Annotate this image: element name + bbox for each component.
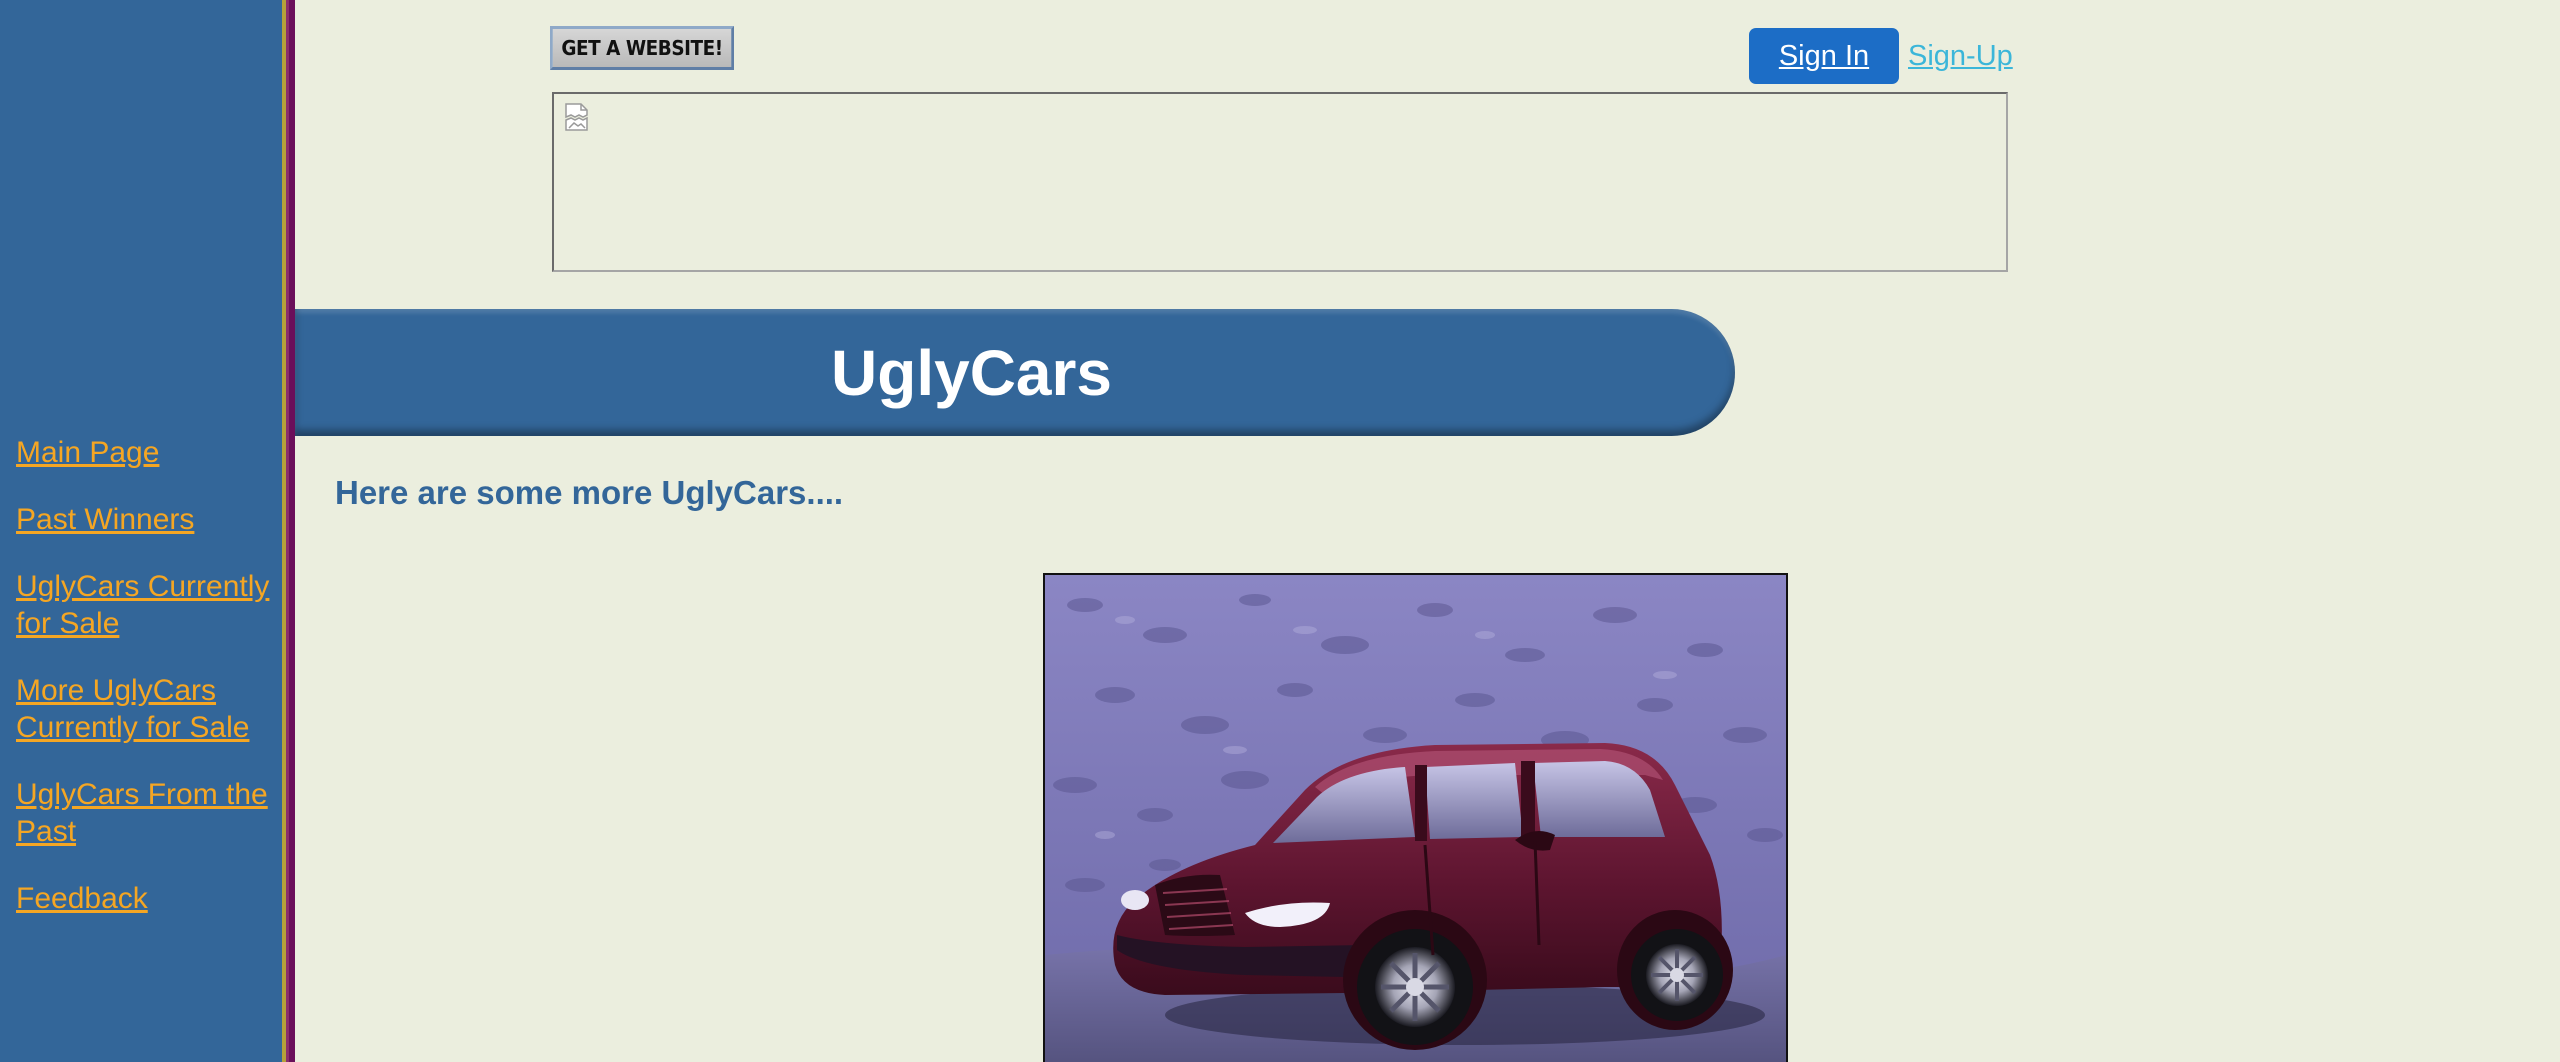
ad-banner-frame[interactable] [552,92,2008,272]
sidebar-link-main-page[interactable]: Main Page [16,434,288,471]
sidebar-divider-stripe [289,0,295,1062]
sidebar-link-currently-for-sale[interactable]: UglyCars Currently for Sale [16,568,288,642]
sidebar-item-currently-for-sale: UglyCars Currently for Sale [16,568,288,642]
sign-up-link[interactable]: Sign-Up [1908,37,2013,75]
section-subheading: Here are some more UglyCars.... [335,474,844,511]
page: Main Page Past Winners UglyCars Currentl… [0,0,2560,1062]
sidebar-item-main-page: Main Page [16,434,288,471]
sidebar-item-feedback: Feedback [16,880,288,917]
sidebar-item-more-for-sale: More UglyCars Currently for Sale [16,672,288,746]
sidebar-link-more-for-sale[interactable]: More UglyCars Currently for Sale [16,672,288,746]
sidebar-link-past-winners[interactable]: Past Winners [16,501,288,538]
get-a-website-button[interactable]: GET A WEBSITE! [550,26,734,70]
car-photo [1043,573,1788,1062]
sidebar-link-feedback[interactable]: Feedback [16,880,288,917]
sidebar-nav: Main Page Past Winners UglyCars Currentl… [16,434,288,947]
car-photo-image [1045,575,1786,1062]
title-banner: UglyCars [295,309,1735,436]
page-title: UglyCars [831,337,1112,409]
sidebar-item-from-the-past: UglyCars From the Past [16,776,288,850]
sidebar-item-past-winners: Past Winners [16,501,288,538]
sidebar-link-from-the-past[interactable]: UglyCars From the Past [16,776,288,850]
sign-in-button[interactable]: Sign In [1749,28,1899,84]
broken-image-icon [565,103,588,131]
